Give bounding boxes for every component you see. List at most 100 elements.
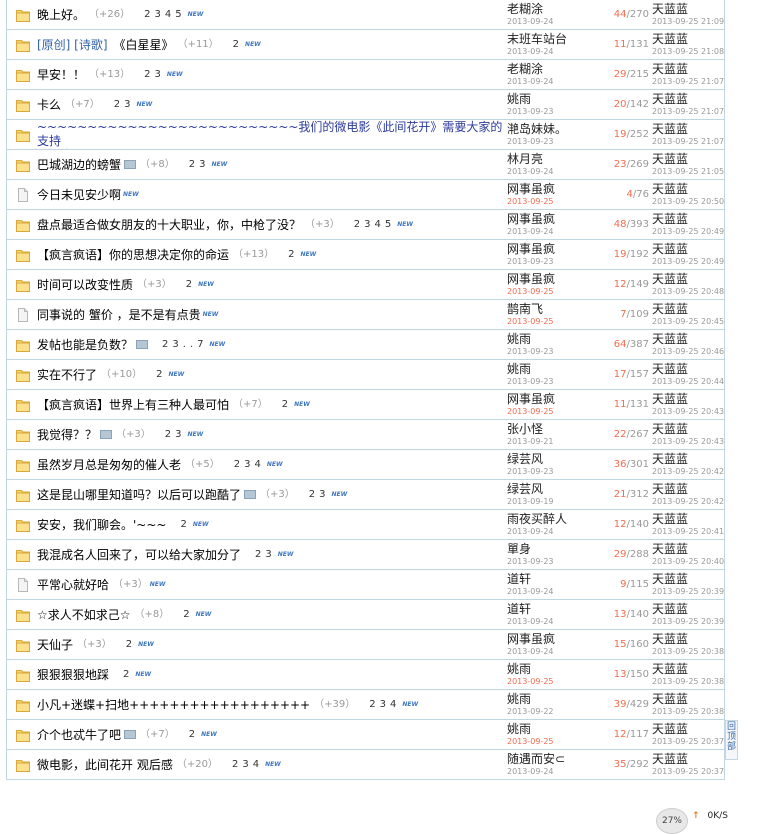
- last-post-date[interactable]: 2013-09-25 20:40: [652, 557, 724, 567]
- page-link[interactable]: 3: [242, 759, 252, 770]
- last-post-date[interactable]: 2013-09-25 21:08: [652, 47, 724, 57]
- page-link[interactable]: 2: [354, 219, 364, 230]
- last-poster-name[interactable]: 天蓝蓝: [652, 722, 724, 737]
- thread-title-link[interactable]: 这是昆山哪里知道吗？以后可以跑酷了: [37, 488, 241, 502]
- last-poster-name[interactable]: 天蓝蓝: [652, 632, 724, 647]
- zoom-indicator[interactable]: 27%: [656, 808, 688, 834]
- thread-category-link[interactable]: [原创] [诗歌]: [37, 38, 108, 52]
- last-post-date[interactable]: 2013-09-25 20:43: [652, 407, 724, 417]
- author-name[interactable]: 姚雨: [507, 362, 593, 377]
- last-post-date[interactable]: 2013-09-25 20:41: [652, 527, 724, 537]
- page-link[interactable]: 3: [199, 159, 209, 170]
- page-link[interactable]: 3: [175, 429, 185, 440]
- page-link[interactable]: 2: [162, 339, 172, 350]
- author-name[interactable]: 林月亮: [507, 152, 593, 167]
- page-link[interactable]: 4: [253, 759, 263, 770]
- thread-title-link[interactable]: 时间可以改变性质: [37, 278, 133, 292]
- thread-title-link[interactable]: 卡么: [37, 98, 61, 112]
- last-poster-name[interactable]: 天蓝蓝: [652, 452, 724, 467]
- author-name[interactable]: 雨夜买醉人: [507, 512, 593, 527]
- page-link[interactable]: 2: [165, 429, 175, 440]
- page-link[interactable]: 2: [144, 9, 154, 20]
- thread-title-link[interactable]: 平常心就好哈: [37, 578, 109, 592]
- last-poster-name[interactable]: 天蓝蓝: [652, 392, 724, 407]
- last-post-date[interactable]: 2013-09-25 20:42: [652, 467, 724, 477]
- last-post-date[interactable]: 2013-09-25 20:43: [652, 437, 724, 447]
- last-poster-name[interactable]: 天蓝蓝: [652, 122, 724, 137]
- page-link[interactable]: 3: [155, 69, 165, 80]
- thread-title-link[interactable]: 狠狠狠狠地踩: [37, 668, 109, 682]
- page-link[interactable]: 3: [155, 9, 165, 20]
- thread-title-link[interactable]: 今日未见安少啊: [37, 188, 121, 202]
- page-link[interactable]: 2: [232, 759, 242, 770]
- author-name[interactable]: 网事虽疯: [507, 182, 593, 197]
- page-link[interactable]: 7: [197, 339, 207, 350]
- last-post-date[interactable]: 2013-09-25 20:37: [652, 737, 724, 747]
- page-link[interactable]: 3: [364, 219, 374, 230]
- author-name[interactable]: 网事虽疯: [507, 242, 593, 257]
- last-post-date[interactable]: 2013-09-25 20:45: [652, 317, 724, 327]
- page-link[interactable]: 2: [288, 249, 298, 260]
- author-name[interactable]: 网事虽疯: [507, 272, 593, 287]
- last-poster-name[interactable]: 天蓝蓝: [652, 182, 724, 197]
- thread-title-link[interactable]: 早安！！: [37, 68, 85, 82]
- author-name[interactable]: 姚雨: [507, 722, 593, 737]
- last-post-date[interactable]: 2013-09-25 20:39: [652, 587, 724, 597]
- page-link[interactable]: 2: [282, 399, 292, 410]
- thread-title-link[interactable]: 天仙子: [37, 638, 73, 652]
- thread-title-link[interactable]: 微电影，此间花开 观后感: [37, 758, 173, 772]
- thread-title-link[interactable]: 虽然岁月总是匆匆的催人老: [37, 458, 181, 472]
- page-link[interactable]: 2: [233, 39, 243, 50]
- last-post-date[interactable]: 2013-09-25 21:07: [652, 107, 724, 117]
- thread-title-link[interactable]: 晚上好。: [37, 8, 85, 22]
- author-name[interactable]: 姚雨: [507, 692, 593, 707]
- last-poster-name[interactable]: 天蓝蓝: [652, 572, 724, 587]
- last-poster-name[interactable]: 天蓝蓝: [652, 602, 724, 617]
- thread-title-link[interactable]: 安安，我们聊会。'~~~: [37, 518, 166, 532]
- page-link[interactable]: 2: [156, 369, 166, 380]
- page-link[interactable]: 2: [144, 69, 154, 80]
- page-link[interactable]: 5: [385, 219, 395, 230]
- page-link[interactable]: ..: [183, 339, 197, 350]
- page-link[interactable]: 2: [186, 279, 196, 290]
- author-name[interactable]: 末班车站台: [507, 32, 593, 47]
- last-poster-name[interactable]: 天蓝蓝: [652, 92, 724, 107]
- page-link[interactable]: 2: [123, 669, 133, 680]
- page-link[interactable]: 2: [189, 159, 199, 170]
- last-post-date[interactable]: 2013-09-25 21:07: [652, 137, 724, 147]
- page-link[interactable]: 4: [255, 459, 265, 470]
- thread-title-link[interactable]: 小凡+迷蝶+扫地++++++++++++++++++: [37, 698, 310, 712]
- last-poster-name[interactable]: 天蓝蓝: [652, 482, 724, 497]
- page-link[interactable]: 2: [309, 489, 319, 500]
- thread-title-link[interactable]: 介个也忒牛了吧: [37, 728, 121, 742]
- thread-title-link[interactable]: ~~~~~~~~~~~~~~~~~~~~~~~~~~我们的微电影《此间花开》需要…: [37, 120, 505, 148]
- last-post-date[interactable]: 2013-09-25 20:44: [652, 377, 724, 387]
- page-link[interactable]: 4: [390, 699, 400, 710]
- last-post-date[interactable]: 2013-09-25 21:07: [652, 77, 724, 87]
- last-poster-name[interactable]: 天蓝蓝: [652, 2, 724, 17]
- author-name[interactable]: 道轩: [507, 572, 593, 587]
- author-name[interactable]: 滟岛妹妹。: [507, 122, 593, 137]
- page-link[interactable]: 3: [244, 459, 254, 470]
- page-link[interactable]: 3: [265, 549, 275, 560]
- last-post-date[interactable]: 2013-09-25 20:49: [652, 227, 724, 237]
- thread-title-link[interactable]: ☆求人不如求己☆: [37, 608, 131, 622]
- page-link[interactable]: 2: [183, 609, 193, 620]
- thread-title-link[interactable]: 我混成名人回来了，可以给大家加分了: [37, 548, 241, 562]
- author-name[interactable]: 网事虽疯: [507, 632, 593, 647]
- author-name[interactable]: 老糊涂: [507, 62, 593, 77]
- last-poster-name[interactable]: 天蓝蓝: [652, 62, 724, 77]
- author-name[interactable]: 姚雨: [507, 662, 593, 677]
- author-name[interactable]: 绿芸风: [507, 452, 593, 467]
- author-name[interactable]: 鹊南飞: [507, 302, 593, 317]
- last-poster-name[interactable]: 天蓝蓝: [652, 152, 724, 167]
- thread-title-link[interactable]: 实在不行了: [37, 368, 97, 382]
- last-post-date[interactable]: 2013-09-25 21:05: [652, 167, 724, 177]
- page-link[interactable]: 3: [124, 99, 134, 110]
- last-post-date[interactable]: 2013-09-25 20:38: [652, 647, 724, 657]
- last-poster-name[interactable]: 天蓝蓝: [652, 512, 724, 527]
- last-poster-name[interactable]: 天蓝蓝: [652, 662, 724, 677]
- last-post-date[interactable]: 2013-09-25 20:48: [652, 287, 724, 297]
- thread-title-link[interactable]: 同事说的 蟹价 ，是不是有点贵: [37, 308, 201, 322]
- last-post-date[interactable]: 2013-09-25 20:38: [652, 707, 724, 717]
